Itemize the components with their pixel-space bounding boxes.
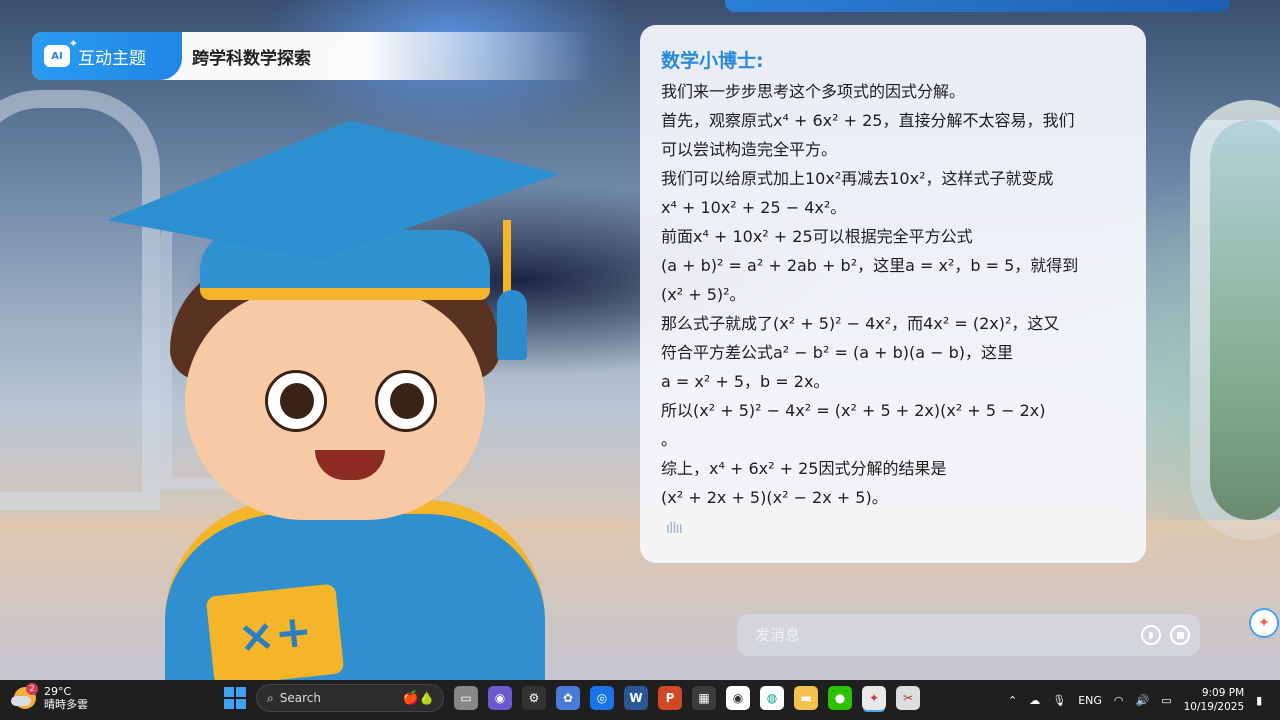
scene-window (1190, 100, 1280, 540)
language-indicator[interactable]: ENG (1078, 694, 1102, 707)
topic-title: 跨学科数学探索 (192, 49, 311, 69)
search-label: Search (279, 691, 321, 705)
tutor-avatar: ×+ (105, 110, 565, 687)
message-line: x⁴ + 10x² + 25 − 4x²。 (661, 198, 847, 217)
chrome-icon[interactable]: ◍ (760, 686, 784, 710)
store-icon[interactable]: ▦ (692, 686, 716, 710)
avatar-face (185, 290, 485, 520)
math-book-icon: ×+ (205, 583, 345, 687)
assistant-float-icon[interactable]: ✦ (1249, 608, 1279, 638)
file-explorer-icon[interactable]: ▬ (794, 686, 818, 710)
clock[interactable]: 9:09 PM 10/19/2025 (1184, 686, 1245, 714)
message-line: 我们来一步步思考这个多项式的因式分解。 (661, 82, 966, 101)
message-line: 所以(x² + 5)² − 4x² = (x² + 5 + 2x)(x² + 5… (661, 401, 1046, 420)
copilot-icon[interactable]: ✿ (556, 686, 580, 710)
message-line: 可以尝试构造完全平方。 (661, 140, 838, 159)
search-icon: ⌕ (267, 690, 274, 705)
chrome-alt-icon[interactable]: ◉ (726, 686, 750, 710)
message-input-bar: ◗ (737, 614, 1200, 656)
voice-input-button[interactable]: ◗ (1141, 625, 1161, 645)
task-view-icon[interactable]: ▭ (454, 686, 478, 710)
taskbar-apps: ⌕ Search 🍎🍐 ▭ ◉ ⚙ ✿ ◎ W P ▦ ◉ ◍ ▬ ● ✦ ✂ (224, 684, 920, 712)
message-line: 综上，x⁴ + 6x² + 25因式分解的结果是 (661, 459, 947, 478)
taskbar-search[interactable]: ⌕ Search 🍎🍐 (256, 684, 444, 712)
message-line: (x² + 5)²。 (661, 285, 746, 304)
message-line: a = x² + 5，b = 2x。 (661, 372, 830, 391)
weather-desc: 晴時多雲 (44, 698, 88, 711)
top-accent-bar (725, 0, 1230, 12)
powerpoint-icon[interactable]: P (658, 686, 682, 710)
audio-wave-icon[interactable]: ıllıı (666, 519, 683, 537)
volume-icon[interactable]: 🔊 (1136, 694, 1150, 707)
cap-tassel (503, 220, 511, 300)
onedrive-icon[interactable]: ☁ (1029, 694, 1040, 707)
wifi-icon[interactable]: ◠ (1114, 694, 1124, 707)
active-app-icon[interactable]: ✦ (862, 686, 886, 710)
message-line: 。 (661, 430, 678, 449)
clock-date: 10/19/2025 (1183, 701, 1245, 713)
meet-icon[interactable]: ◉ (488, 686, 512, 710)
chat-message-panel: 数学小博士: 我们来一步步思考这个多项式的因式分解。 首先，观察原式x⁴ + 6… (640, 25, 1146, 563)
notification-icon[interactable]: ▮ (1256, 694, 1262, 707)
snipping-tool-icon[interactable]: ✂ (896, 686, 920, 710)
windows-start-icon[interactable] (224, 687, 246, 709)
windows-taskbar: 2 29°C 晴時多雲 ⌕ Search 🍎🍐 ▭ ◉ ⚙ ✿ ◎ W P ▦ … (0, 680, 1280, 720)
message-line: 我们可以给原式加上10x²再减去10x²，这样式子就变成 (661, 169, 1054, 188)
assistant-name: 数学小博士: (661, 50, 764, 72)
message-line: (a + b)² = a² + 2ab + b²，这里a = x²，b = 5，… (661, 256, 1079, 275)
word-icon[interactable]: W (624, 686, 648, 710)
message-line: 首先，观察原式x⁴ + 6x² + 25，直接分解不太容易，我们 (661, 111, 1075, 130)
topic-badge-label: 互动主题 (78, 48, 146, 69)
ai-sparkle-icon: AI (44, 37, 78, 67)
weather-widget[interactable]: 2 29°C 晴時多雲 (11, 683, 88, 711)
weather-badge: 2 (26, 683, 38, 695)
camera-app-icon[interactable]: ◎ (590, 686, 614, 710)
battery-icon[interactable]: ▭ (1161, 694, 1171, 707)
system-tray: ⌃ ☁ 🎙 ENG ◠ 🔊 ▭ 9:09 PM 10/19/2025 ▮ (1008, 680, 1262, 720)
settings-gear-icon[interactable]: ⚙ (522, 686, 546, 710)
message-input[interactable] (755, 624, 1115, 646)
cap-tassel-end (497, 290, 527, 360)
wechat-icon[interactable]: ● (828, 686, 852, 710)
weather-temp: 29°C (44, 685, 72, 698)
message-line: 符合平方差公式a² − b² = (a + b)(a − b)，这里 (661, 343, 1013, 362)
clock-time: 9:09 PM (1201, 687, 1245, 699)
chevron-up-icon[interactable]: ⌃ (1008, 694, 1017, 707)
avatar-eye-right (375, 370, 437, 432)
topic-badge[interactable]: AI 互动主题 (32, 32, 182, 80)
stop-button[interactable] (1170, 625, 1190, 645)
message-line: (x² + 2x + 5)(x² − 2x + 5)。 (661, 488, 888, 507)
avatar-eye-left (265, 370, 327, 432)
message-line: 前面x⁴ + 10x² + 25可以根据完全平方公式 (661, 227, 973, 246)
topic-header: AI 互动主题 跨学科数学探索 (32, 32, 592, 80)
search-highlight-icon: 🍎🍐 (402, 690, 435, 706)
message-line: 那么式子就成了(x² + 5)² − 4x²，而4x² = (2x)²，这又 (661, 314, 1060, 333)
microphone-icon[interactable]: 🎙 (1052, 694, 1066, 707)
